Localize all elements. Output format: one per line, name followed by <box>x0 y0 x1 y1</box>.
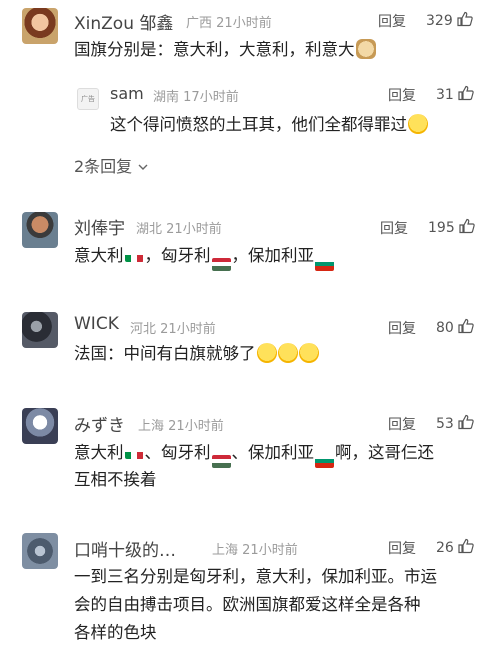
text-part: 啊，这哥仨还 <box>335 443 434 462</box>
reply-button[interactable]: 回复 <box>388 318 416 338</box>
comment-meta: 河北 21小时前 <box>130 318 216 337</box>
bulgaria-flag-icon <box>315 257 334 271</box>
comment-username[interactable]: XinZou 邹鑫 <box>74 9 173 34</box>
subreply-text-content: 这个得问愤怒的土耳其，他们全都得罪过 <box>110 115 407 134</box>
text-part: ，匈牙利 <box>144 246 211 265</box>
like-button[interactable]: 80 <box>436 318 474 336</box>
comment-username[interactable]: 口哨十级的… <box>74 536 176 561</box>
user-avatar-icon[interactable] <box>22 533 58 569</box>
comment-meta: 上海 21小时前 <box>138 415 224 434</box>
like-count: 53 <box>436 416 454 432</box>
like-button[interactable]: 329 <box>426 11 473 29</box>
location-text: 河北 <box>130 322 157 337</box>
comment-text: 意大利 ，匈牙利 ，保加利亚 <box>74 242 335 271</box>
location-text: 上海 <box>138 419 165 434</box>
chevron-down-icon <box>138 164 148 170</box>
comment-location: 广西 21小时前 <box>186 12 272 31</box>
user-avatar-icon[interactable] <box>22 408 58 444</box>
comment-text-content: 国旗分别是：意大利，大意利，利意大 <box>74 40 355 59</box>
comment-text-line3: 各样的色块 <box>74 623 157 642</box>
expand-label: 2条回复 <box>74 157 133 176</box>
subreply-username[interactable]: sam <box>110 84 144 103</box>
comment-text-content: 法国：中间有白旗就够了 <box>74 344 256 363</box>
laughing-emoji-icon <box>298 343 319 363</box>
thumbs-up-icon <box>459 218 475 234</box>
thumbs-up-icon <box>458 538 474 554</box>
thumbs-up-icon <box>458 414 474 430</box>
doge-emoji-icon <box>355 39 376 59</box>
comment-text: 意大利 、匈牙利 、保加利亚 啊，这哥仨还 <box>74 439 434 468</box>
text-part: 意大利 <box>74 443 124 462</box>
expand-replies-button[interactable]: 2条回复 <box>74 153 149 177</box>
bulgaria-flag-icon <box>315 454 334 468</box>
reply-button[interactable]: 回复 <box>388 538 416 558</box>
like-button[interactable]: 195 <box>428 218 475 236</box>
time-text: 21小时前 <box>166 222 222 237</box>
thumbs-up-icon <box>458 85 474 101</box>
comment-username[interactable]: WICK <box>74 314 119 334</box>
comment-username[interactable]: みずき <box>74 411 125 436</box>
reply-button[interactable]: 回复 <box>380 218 408 238</box>
text-part: ，保加利亚 <box>231 246 315 265</box>
comment-text-line1: 一到三名分别是匈牙利，意大利，保加利亚。市运 <box>74 567 437 586</box>
location-text: 上海 <box>212 543 239 558</box>
like-count: 195 <box>428 220 455 236</box>
like-count: 31 <box>436 87 454 103</box>
thumbs-up-icon <box>457 11 473 27</box>
ad-tag-icon: 广告 <box>77 88 99 110</box>
comment-meta: 上海 21小时前 <box>212 539 298 558</box>
comment-meta: 湖北 21小时前 <box>136 218 222 237</box>
reply-button[interactable]: 回复 <box>388 414 416 434</box>
comment-text-line2: 互相不挨着 <box>74 470 157 489</box>
subreply-meta: 湖南 17小时前 <box>153 86 239 105</box>
text-part: 、保加利亚 <box>231 443 315 462</box>
user-avatar-icon[interactable] <box>22 8 58 44</box>
laughing-emoji-icon <box>277 343 298 363</box>
flushed-emoji-icon <box>408 114 428 134</box>
location-text: 湖北 <box>136 222 163 237</box>
location-text: 广西 <box>186 16 213 31</box>
time-text: 21小时前 <box>168 419 224 434</box>
like-button[interactable]: 53 <box>436 414 474 432</box>
like-button[interactable]: 26 <box>436 538 474 556</box>
hungary-flag-icon <box>211 454 231 468</box>
italy-flag-icon <box>124 249 144 262</box>
reply-button[interactable]: 回复 <box>388 85 416 105</box>
comment-username[interactable]: 刘俸宇 <box>74 214 125 239</box>
comment-text: 法国：中间有白旗就够了 <box>74 340 319 367</box>
subreply-text: 这个得问愤怒的土耳其，他们全都得罪过 <box>110 111 428 138</box>
text-part: 、匈牙利 <box>144 443 211 462</box>
user-avatar-icon[interactable] <box>22 212 58 248</box>
like-count: 26 <box>436 540 454 556</box>
like-count: 329 <box>426 13 453 29</box>
comment-text: 国旗分别是：意大利，大意利，利意大 <box>74 36 376 63</box>
text-part: 意大利 <box>74 246 124 265</box>
reply-button[interactable]: 回复 <box>378 11 406 31</box>
user-avatar-icon[interactable] <box>22 312 58 348</box>
like-button[interactable]: 31 <box>436 85 474 103</box>
thumbs-up-icon <box>458 318 474 334</box>
location-text: 湖南 <box>153 90 180 105</box>
comment-text-line2: 会的自由搏击项目。欧洲国旗都爱这样全是各种 <box>74 595 421 614</box>
time-text: 21小时前 <box>216 16 272 31</box>
hungary-flag-icon <box>211 257 231 271</box>
time-text: 17小时前 <box>183 90 239 105</box>
time-text: 21小时前 <box>242 543 298 558</box>
time-text: 21小时前 <box>160 322 216 337</box>
like-count: 80 <box>436 320 454 336</box>
italy-flag-icon <box>124 446 144 459</box>
laughing-emoji-icon <box>256 343 277 363</box>
